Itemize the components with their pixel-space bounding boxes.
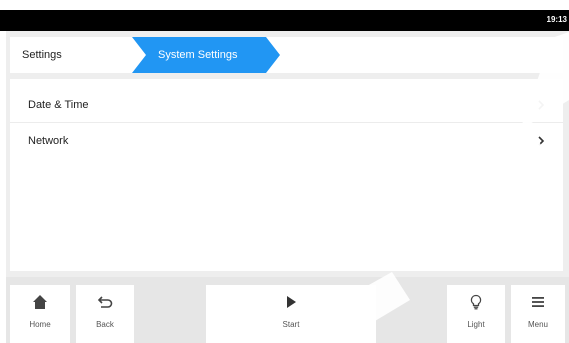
bottom-nav-bar: Home Back Start Light Menu: [6, 277, 569, 343]
status-time: 19:13: [546, 15, 567, 24]
screen: 19:13 Settings System Settings Date & Ti…: [0, 0, 569, 343]
chevron-right-icon: [538, 136, 545, 146]
home-icon: [33, 295, 47, 309]
home-button[interactable]: Home: [10, 285, 70, 343]
play-icon: [287, 296, 296, 308]
light-label: Light: [467, 320, 485, 329]
breadcrumb: Settings System Settings: [10, 37, 563, 73]
back-button[interactable]: Back: [76, 285, 134, 343]
breadcrumb-settings-label: Settings: [22, 49, 62, 61]
status-bar: 19:13: [0, 10, 569, 31]
settings-item-network[interactable]: Network: [10, 123, 563, 159]
start-label: Start: [282, 320, 300, 329]
lightbulb-icon: [470, 294, 482, 310]
back-arrow-icon: [97, 296, 113, 308]
back-label: Back: [96, 320, 114, 329]
home-label: Home: [29, 320, 51, 329]
light-button[interactable]: Light: [447, 285, 505, 343]
settings-item-label: Date & Time: [28, 99, 89, 111]
settings-list: Date & Time Network: [10, 79, 563, 271]
hamburger-menu-icon: [532, 297, 544, 307]
breadcrumb-system-settings-label: System Settings: [158, 49, 238, 61]
breadcrumb-system-settings[interactable]: System Settings: [132, 37, 280, 73]
app-area: Settings System Settings Date & Time Net…: [6, 31, 569, 343]
menu-label: Menu: [527, 320, 548, 329]
start-button[interactable]: Start: [206, 285, 376, 343]
settings-item-date-time[interactable]: Date & Time: [10, 87, 563, 123]
chevron-right-icon: [538, 100, 545, 110]
settings-item-label: Network: [28, 135, 69, 147]
menu-button[interactable]: Menu: [511, 285, 565, 343]
